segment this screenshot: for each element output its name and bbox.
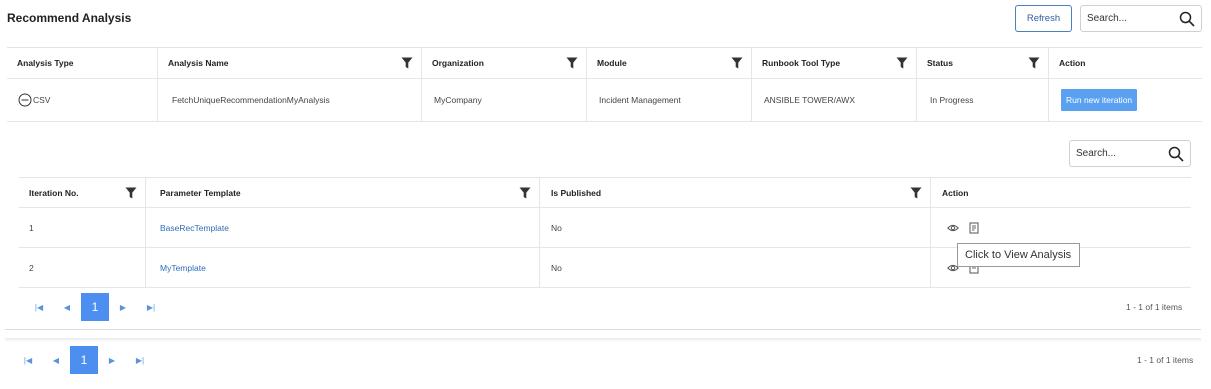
divider	[5, 338, 1201, 342]
parameter-template-link[interactable]: BaseRecTemplate	[160, 223, 229, 233]
cell-analysis-type: CSV	[7, 79, 158, 121]
cell-status: In Progress	[917, 79, 1049, 121]
table-row: 1 BaseRecTemplate No	[19, 208, 1191, 248]
filter-icon[interactable]	[896, 57, 908, 69]
col-label: Status	[927, 58, 953, 68]
prev-page-icon[interactable]: ◀	[53, 303, 81, 312]
cell-parameter-template: BaseRecTemplate	[146, 208, 540, 247]
cell-organization: MyCompany	[422, 79, 587, 121]
top-search-input[interactable]	[1087, 13, 1179, 24]
is-published-value: No	[551, 222, 562, 233]
iteration-no-value: 1	[29, 222, 34, 233]
cell-runbook-tool-type: ANSIBLE TOWER/AWX	[752, 79, 917, 121]
top-search-box[interactable]	[1080, 5, 1202, 32]
cell-is-published: No	[540, 208, 931, 247]
tool-value: ANSIBLE TOWER/AWX	[764, 95, 856, 105]
col-iteration-no: Iteration No.	[19, 178, 146, 207]
filter-icon[interactable]	[125, 187, 137, 199]
col-iteration-action: Action	[931, 178, 1191, 207]
last-page-icon[interactable]: ▶|	[126, 356, 154, 365]
analysis-table: Analysis Type Analysis Name Organization…	[7, 47, 1202, 122]
iteration-items-summary: 1 - 1 of 1 items	[1126, 302, 1183, 312]
col-label: Runbook Tool Type	[762, 58, 841, 68]
col-label: Is Published	[551, 187, 602, 198]
col-status: Status	[917, 48, 1049, 78]
col-module: Module	[587, 48, 752, 78]
divider	[5, 329, 1201, 330]
analysis-type-value: CSV	[33, 95, 51, 105]
document-icon[interactable]	[968, 222, 980, 234]
first-page-icon[interactable]: |◀	[25, 303, 53, 312]
page-title: Recommend Analysis	[7, 11, 132, 25]
page-number-button[interactable]: 1	[81, 293, 109, 321]
iteration-search-input[interactable]	[1076, 148, 1168, 159]
table-row: CSV FetchUniqueRecommendationMyAnalysis …	[7, 79, 1202, 122]
analysis-table-header: Analysis Type Analysis Name Organization…	[7, 48, 1202, 79]
run-new-iteration-button[interactable]: Run new iteration	[1061, 89, 1138, 111]
last-page-icon[interactable]: ▶|	[137, 303, 165, 312]
parameter-template-link[interactable]: MyTemplate	[160, 263, 206, 273]
page-number-button[interactable]: 1	[70, 346, 98, 374]
col-label: Analysis Name	[168, 58, 229, 68]
filter-icon[interactable]	[1028, 57, 1040, 69]
circle-minus-icon[interactable]	[18, 93, 32, 107]
iteration-table: Iteration No. Parameter Template Is Publ…	[19, 177, 1191, 288]
filter-icon[interactable]	[401, 57, 413, 69]
col-label: Analysis Type	[17, 58, 74, 68]
cell-is-published: No	[540, 248, 931, 287]
col-analysis-name: Analysis Name	[158, 48, 422, 78]
col-organization: Organization	[422, 48, 587, 78]
col-parameter-template: Parameter Template	[146, 178, 540, 207]
iteration-search-box[interactable]	[1069, 140, 1191, 167]
col-label: Action	[942, 187, 969, 198]
search-icon[interactable]	[1168, 146, 1184, 162]
view-analysis-tooltip: Click to View Analysis	[957, 243, 1080, 267]
col-is-published: Is Published	[540, 178, 931, 207]
cell-analysis-name: FetchUniqueRecommendationMyAnalysis	[158, 79, 422, 121]
outer-items-summary: 1 - 1 of 1 items	[1137, 355, 1194, 365]
module-value: Incident Management	[599, 95, 681, 105]
cell-iteration-action	[931, 208, 1191, 247]
filter-icon[interactable]	[731, 57, 743, 69]
cell-iteration-no: 2	[19, 248, 146, 287]
prev-page-icon[interactable]: ◀	[42, 356, 70, 365]
organization-value: MyCompany	[434, 95, 482, 105]
filter-icon[interactable]	[910, 187, 922, 199]
col-action: Action	[1049, 48, 1202, 78]
outer-pager: |◀ ◀ 1 ▶ ▶|	[14, 346, 154, 374]
cell-parameter-template: MyTemplate	[146, 248, 540, 287]
iteration-no-value: 2	[29, 262, 34, 273]
col-label: Parameter Template	[160, 187, 241, 198]
status-value: In Progress	[930, 95, 974, 105]
analysis-name-value: FetchUniqueRecommendationMyAnalysis	[172, 95, 330, 105]
next-page-icon[interactable]: ▶	[109, 303, 137, 312]
filter-icon[interactable]	[566, 57, 578, 69]
first-page-icon[interactable]: |◀	[14, 356, 42, 365]
cell-module: Incident Management	[587, 79, 752, 121]
col-label: Action	[1059, 58, 1086, 68]
col-label: Organization	[432, 58, 484, 68]
col-runbook-tool-type: Runbook Tool Type	[752, 48, 917, 78]
filter-icon[interactable]	[519, 187, 531, 199]
next-page-icon[interactable]: ▶	[98, 356, 126, 365]
col-label: Iteration No.	[29, 187, 79, 198]
col-analysis-type: Analysis Type	[7, 48, 158, 78]
refresh-button[interactable]: Refresh	[1015, 5, 1072, 32]
is-published-value: No	[551, 262, 562, 273]
cell-action: Run new iteration	[1049, 79, 1202, 121]
iteration-pager: |◀ ◀ 1 ▶ ▶|	[25, 293, 165, 321]
eye-icon[interactable]	[947, 222, 959, 234]
iteration-table-header: Iteration No. Parameter Template Is Publ…	[19, 178, 1191, 208]
cell-iteration-no: 1	[19, 208, 146, 247]
col-label: Module	[597, 58, 627, 68]
search-icon[interactable]	[1179, 11, 1195, 27]
